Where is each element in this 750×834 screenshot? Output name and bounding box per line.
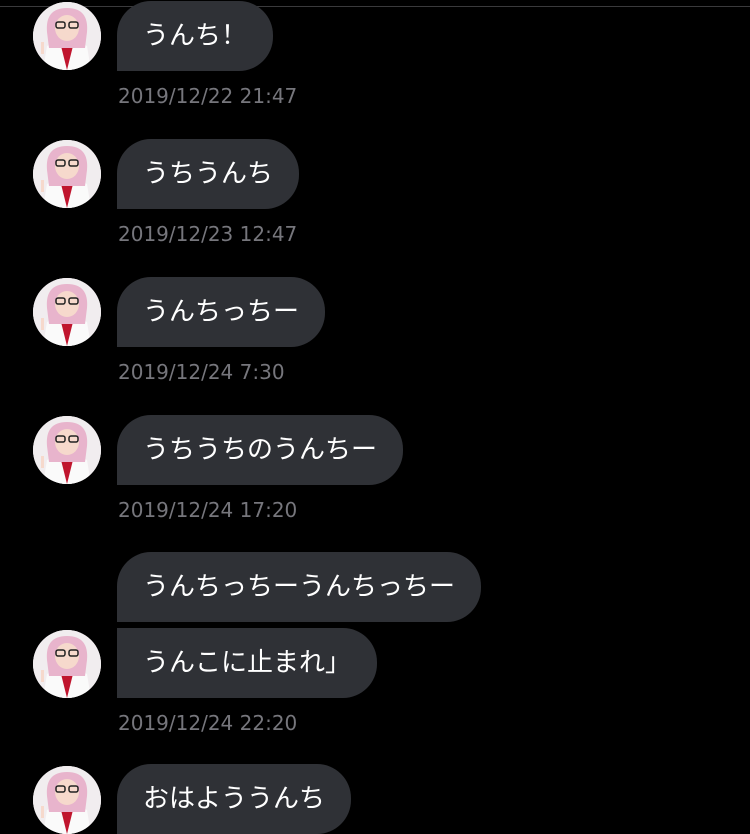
message-timestamp: 2019/12/23 12:47: [118, 222, 298, 246]
message-bubble[interactable]: うんち！: [117, 1, 274, 71]
message-timestamp: 2019/12/22 21:47: [118, 84, 298, 108]
message-bubble[interactable]: うんちっちー: [117, 277, 326, 347]
user-avatar-icon: [33, 630, 101, 698]
message-timestamp: 2019/12/24 7:30: [118, 360, 285, 384]
message-thread[interactable]: うんち！ 2019/12/22 21:47 うちうんち 2019/12/23 1…: [0, 0, 750, 834]
message-bubble[interactable]: うんちっちーうんちっちー: [117, 552, 482, 622]
message-bubble[interactable]: うちうんち: [117, 139, 300, 209]
message-timestamp: 2019/12/24 22:20: [118, 711, 298, 735]
avatar[interactable]: [33, 416, 101, 484]
message-timestamp: 2019/12/24 17:20: [118, 498, 298, 522]
user-avatar-icon: [33, 140, 101, 208]
user-avatar-icon: [33, 416, 101, 484]
user-avatar-icon: [33, 278, 101, 346]
message-bubble[interactable]: うちうちのうんちー: [117, 415, 404, 485]
avatar[interactable]: [33, 2, 101, 70]
user-avatar-icon: [33, 766, 101, 834]
message-bubble[interactable]: おはよううんち: [117, 764, 352, 834]
user-avatar-icon: [33, 2, 101, 70]
avatar[interactable]: [33, 766, 101, 834]
avatar[interactable]: [33, 278, 101, 346]
avatar[interactable]: [33, 630, 101, 698]
message-bubble[interactable]: うんこに止まれ」: [117, 628, 378, 698]
avatar[interactable]: [33, 140, 101, 208]
